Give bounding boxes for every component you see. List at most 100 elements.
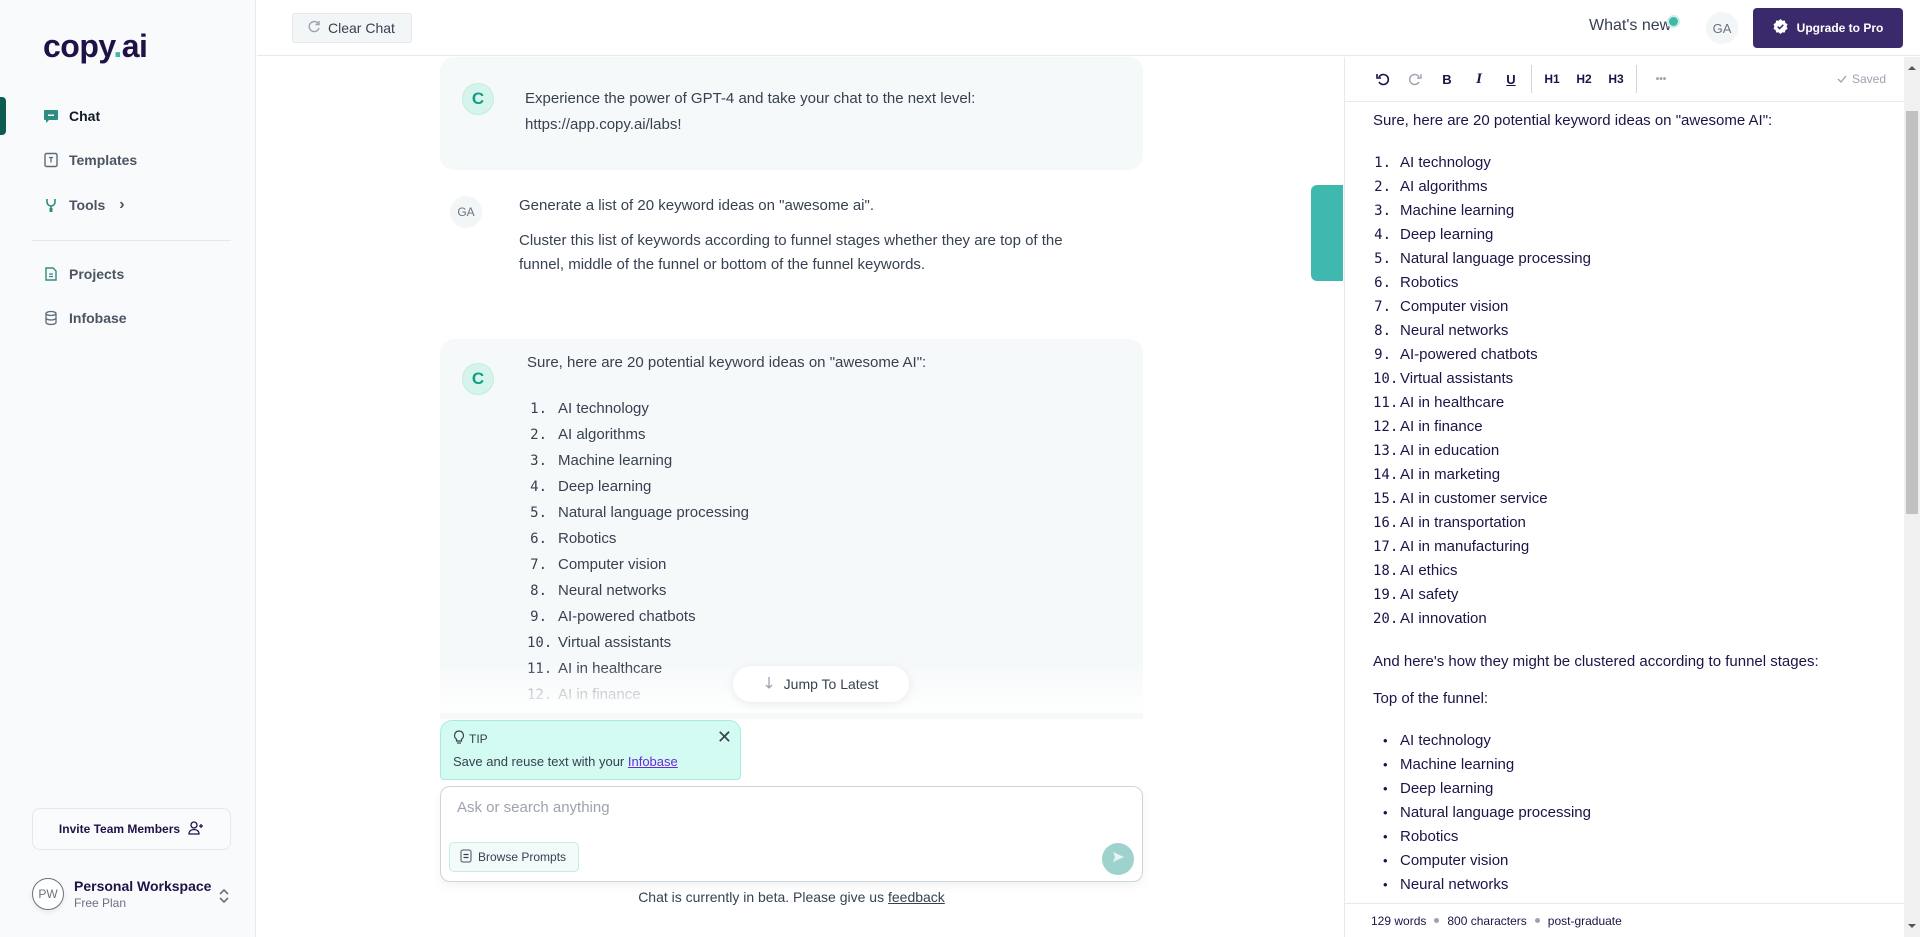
jump-to-latest-button[interactable]: Jump To Latest xyxy=(733,666,909,702)
list-number: 10. xyxy=(527,635,553,651)
list-text: Neural networks xyxy=(1400,322,1509,339)
sidebar-item-infobase[interactable]: Infobase xyxy=(43,310,127,326)
app: copy.ai Chat Templates Tools › Projects … xyxy=(0,0,1920,937)
logo[interactable]: copy.ai xyxy=(43,28,148,65)
list-text: AI technology xyxy=(558,400,649,417)
list-text: AI-powered chatbots xyxy=(1400,346,1538,363)
list-text: AI in transportation xyxy=(1400,514,1526,531)
sidebar: copy.ai Chat Templates Tools › Projects … xyxy=(0,0,256,937)
top-funnel-list: AI technologyMachine learningDeep learni… xyxy=(1373,729,1893,897)
undo-button[interactable] xyxy=(1367,65,1399,93)
redo-button[interactable] xyxy=(1399,65,1431,93)
infobase-link[interactable]: Infobase xyxy=(628,754,678,769)
sidebar-item-templates[interactable]: Templates xyxy=(43,152,137,168)
send-icon xyxy=(1111,850,1125,869)
list-number: 8. xyxy=(530,583,547,599)
bot-avatar: C xyxy=(462,83,494,115)
list-number: 12. xyxy=(1373,419,1399,435)
list-number: 17. xyxy=(1373,539,1399,555)
list-text: AI ethics xyxy=(1400,562,1458,579)
list-item: 4. Deep learning xyxy=(527,474,749,500)
clear-chat-button[interactable]: Clear Chat xyxy=(292,13,412,43)
user-message: Generate a list of 20 keyword ideas on "… xyxy=(519,197,1063,273)
close-editor-tab[interactable]: Close xyxy=(1297,152,1343,281)
toolbar-divider xyxy=(1636,65,1637,93)
list-text: AI algorithms xyxy=(1400,178,1488,195)
tools-icon xyxy=(43,197,59,213)
whats-new-link[interactable]: What's new xyxy=(1589,17,1679,35)
list-text: AI safety xyxy=(1400,586,1459,603)
document-icon xyxy=(43,266,59,282)
list-item: 12.AI in finance xyxy=(1373,415,1893,439)
list-number: 11. xyxy=(1373,395,1399,411)
heading2-button[interactable]: H2 xyxy=(1568,65,1600,93)
list-item: 13. AI in education xyxy=(1373,439,1893,463)
list-item: 10. Virtual assistants xyxy=(527,630,749,656)
labs-link[interactable]: https://app.copy.ai/labs! xyxy=(525,112,975,138)
more-options-button[interactable]: ••• xyxy=(1641,65,1681,93)
editor-scrollbar[interactable] xyxy=(1904,57,1920,937)
list-item: 17. AI in manufacturing xyxy=(1373,535,1893,559)
top-bar: Clear Chat What's new GA Upgrade to Pro xyxy=(257,0,1920,56)
list-item: 5. Natural language processing xyxy=(527,500,749,526)
scroll-down-arrow[interactable] xyxy=(1908,924,1916,928)
chevron-up-down-icon[interactable] xyxy=(218,887,230,905)
list-text: AI in marketing xyxy=(1400,466,1501,483)
list-text: AI in customer service xyxy=(1400,490,1548,507)
feedback-link[interactable]: feedback xyxy=(888,889,945,905)
sidebar-item-chat[interactable]: Chat xyxy=(43,108,100,124)
document-editor: B I U H1 H2 H3 ••• Saved Sure, here are … xyxy=(1344,57,1905,937)
list-number: 15. xyxy=(1373,491,1399,507)
editor-keyword-list: 1. AI technology 2. AI algorithms 3. Machine … xyxy=(1373,151,1893,631)
list-text: Neural networks xyxy=(558,582,667,599)
list-text: Computer vision xyxy=(1400,298,1509,315)
list-number: 6. xyxy=(530,531,547,547)
template-icon xyxy=(43,152,59,168)
list-item: 20. AI innovation xyxy=(1373,607,1893,631)
invite-team-members-button[interactable]: Invite Team Members xyxy=(32,808,231,850)
close-icon[interactable]: ✕ xyxy=(717,727,732,748)
list-item: 5. Natural language processing xyxy=(1373,247,1893,271)
underline-button[interactable]: U xyxy=(1495,65,1527,93)
list-item: 1. AI technology xyxy=(1373,151,1893,175)
chat-input[interactable] xyxy=(457,795,1117,819)
list-number: 2. xyxy=(1374,179,1391,195)
list-number: 2. xyxy=(530,427,547,443)
list-number: 7. xyxy=(1374,299,1391,315)
list-item: 11.AI in healthcare xyxy=(1373,391,1893,415)
bold-button[interactable]: B xyxy=(1431,65,1463,93)
list-text: Robotics xyxy=(1400,274,1459,291)
heading1-button[interactable]: H1 xyxy=(1536,65,1568,93)
tip-banner: TIP ✕ Save and reuse text with your Info… xyxy=(440,720,741,780)
browse-prompts-button[interactable]: Browse Prompts xyxy=(449,842,580,872)
italic-button[interactable]: I xyxy=(1463,65,1495,93)
list-item: 10. Virtual assistants xyxy=(1373,367,1893,391)
list-text: Machine learning xyxy=(1400,202,1515,219)
sidebar-item-projects[interactable]: Projects xyxy=(43,266,124,282)
scroll-thumb[interactable] xyxy=(1906,111,1918,514)
list-item: 4. Deep learning xyxy=(1373,223,1893,247)
list-text: AI-powered chatbots xyxy=(558,608,696,625)
add-user-icon xyxy=(188,820,204,838)
user-avatar[interactable]: GA xyxy=(1706,12,1738,44)
list-text: Natural language processing xyxy=(558,504,749,521)
list-item: 8. Neural networks xyxy=(1373,319,1893,343)
chevron-right-icon: › xyxy=(119,196,125,213)
send-button[interactable] xyxy=(1102,843,1134,875)
list-item: 18. AI ethics xyxy=(1373,559,1893,583)
scroll-up-arrow[interactable] xyxy=(1908,66,1916,70)
sidebar-item-tools[interactable]: Tools › xyxy=(43,196,125,214)
list-item: 2. AI algorithms xyxy=(1373,175,1893,199)
editor-status-bar: 129 words 800 characters post-graduate xyxy=(1345,903,1905,937)
list-number: 7. xyxy=(530,557,547,573)
upgrade-to-pro-button[interactable]: Upgrade to Pro xyxy=(1753,8,1903,48)
list-item: 7. Computer vision xyxy=(527,552,749,578)
document-content[interactable]: Sure, here are 20 potential keyword idea… xyxy=(1373,109,1893,897)
list-item: 2. AI algorithms xyxy=(527,422,749,448)
list-number: 9. xyxy=(1374,347,1391,363)
list-item: 14. AI in marketing xyxy=(1373,463,1893,487)
list-number: 4. xyxy=(530,479,547,495)
list-item: 7. Computer vision xyxy=(1373,295,1893,319)
heading3-button[interactable]: H3 xyxy=(1600,65,1632,93)
workspace-switcher[interactable]: PW Personal Workspace Free Plan xyxy=(32,878,211,910)
